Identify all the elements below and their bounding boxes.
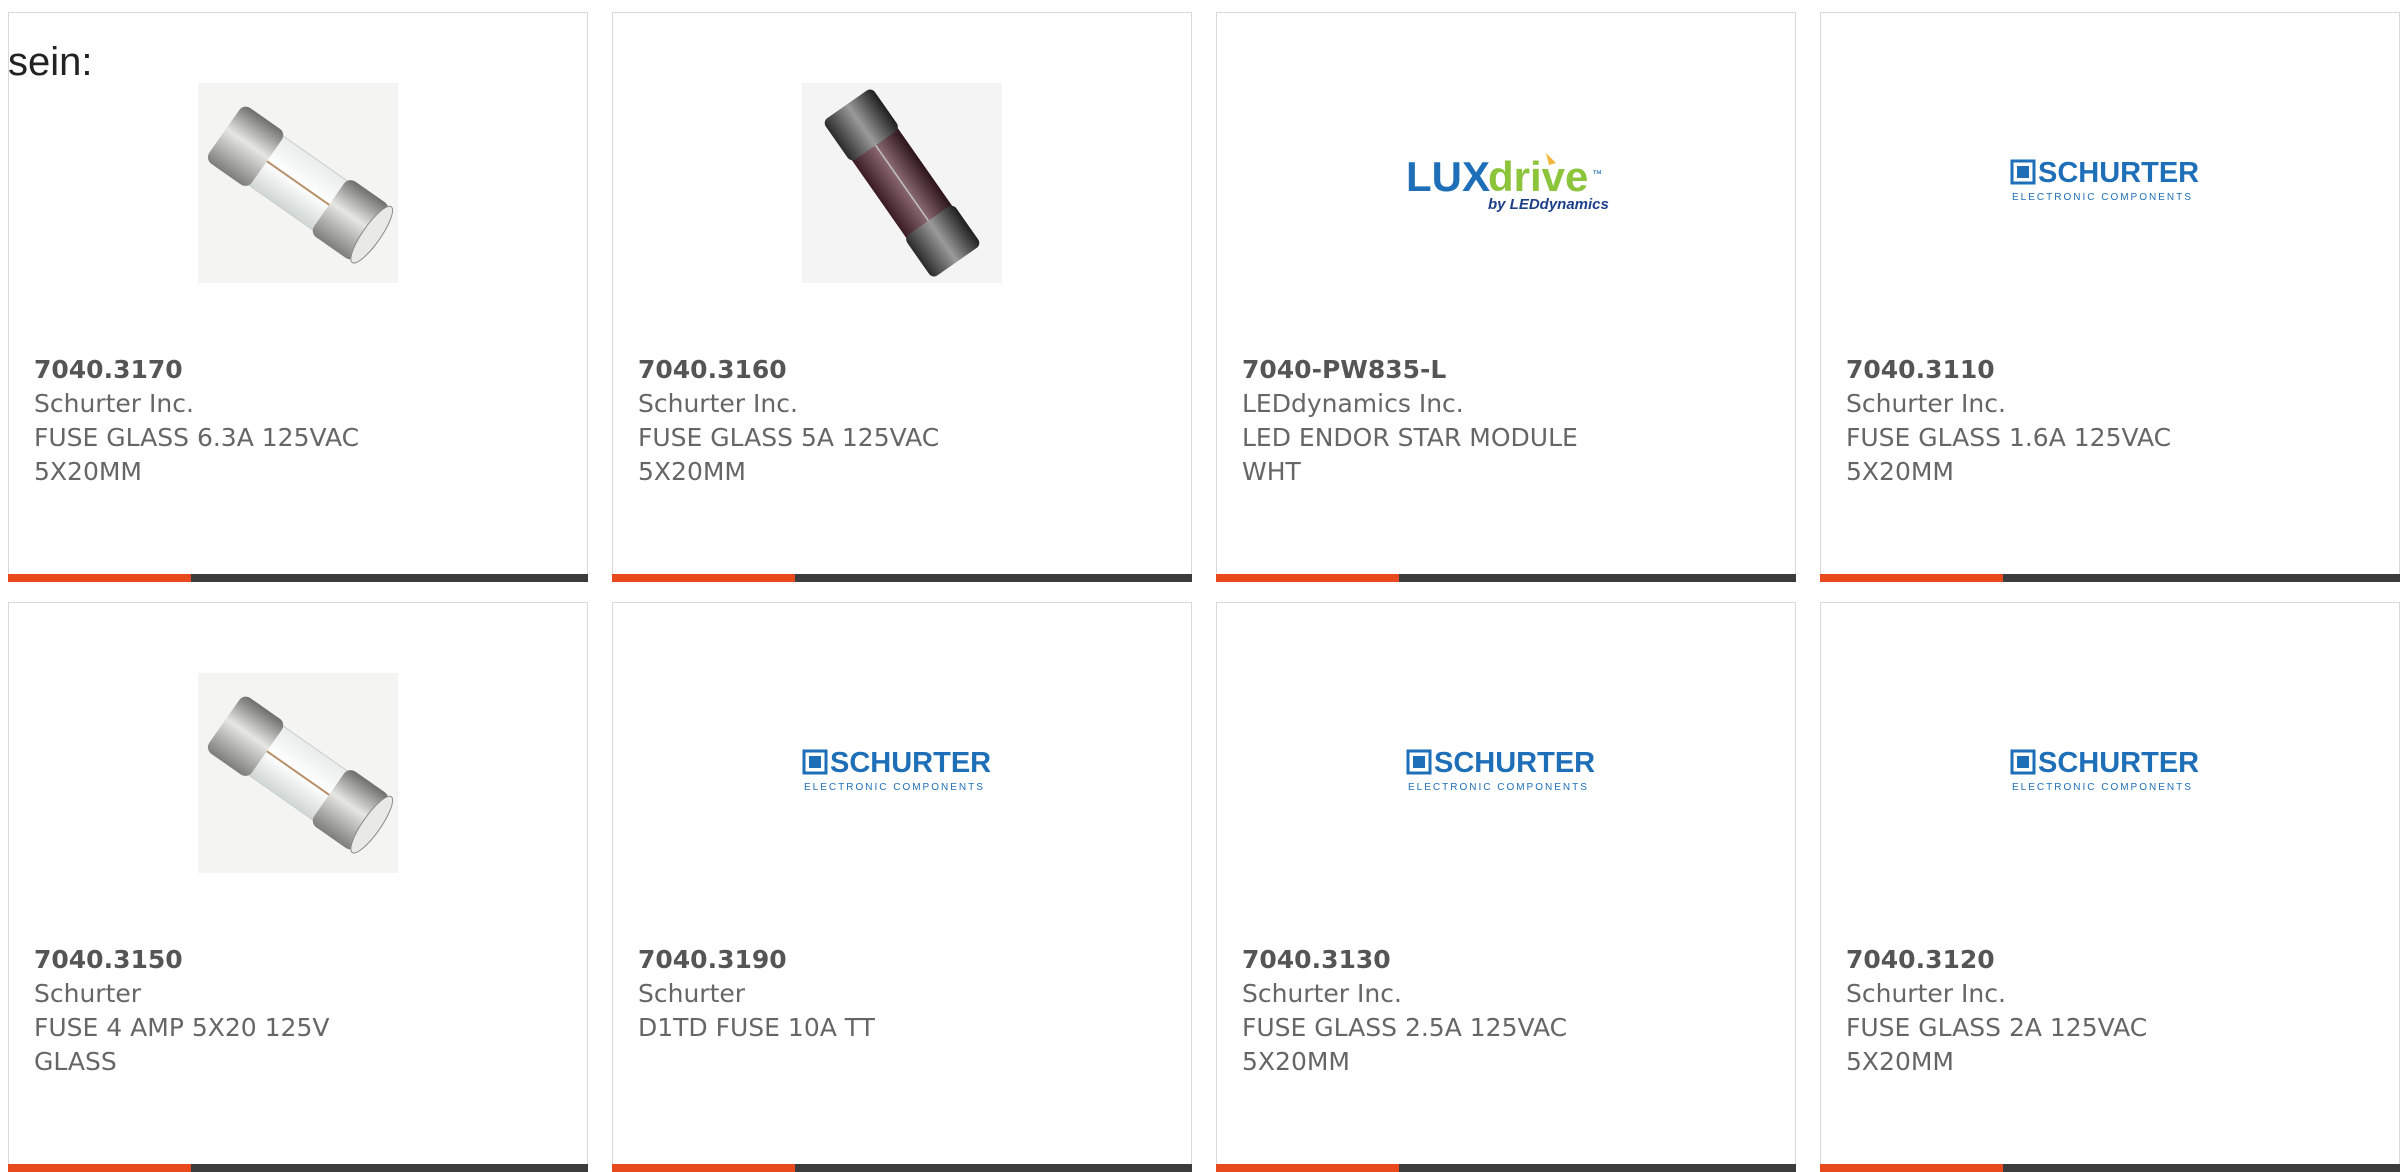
dark-fuse-photo-icon xyxy=(802,83,1002,283)
product-info: 7040.3130 Schurter Inc. FUSE GLASS 2.5A … xyxy=(1242,943,1622,1079)
part-number[interactable]: 7040-PW835-L xyxy=(1242,353,1622,387)
card-accent-bar xyxy=(8,574,588,582)
part-number[interactable]: 7040.3110 xyxy=(1846,353,2226,387)
description: FUSE GLASS 2.5A 125VAC 5X20MM xyxy=(1242,1013,1568,1076)
card-accent-bar xyxy=(1216,574,1796,582)
product-info: 7040.3190 Schurter D1TD FUSE 10A TT xyxy=(638,943,1018,1045)
logo-text-by: by LEDdynamics xyxy=(1488,196,1609,213)
logo-text-sub: ELECTRONIC COMPONENTS xyxy=(2012,192,2193,203)
product-card[interactable]: SCHURTER ELECTRONIC COMPONENTS 7040.3110… xyxy=(1820,12,2400,582)
logo-text-schurter: SCHURTER xyxy=(2038,157,2199,189)
product-image[interactable] xyxy=(9,83,587,283)
product-image[interactable]: SCHURTER ELECTRONIC COMPONENTS xyxy=(1821,673,2399,873)
logo-text-schurter: SCHURTER xyxy=(2038,747,2199,779)
schurter-logo: SCHURTER ELECTRONIC COMPONENTS xyxy=(2010,747,2199,793)
part-number[interactable]: 7040.3170 xyxy=(34,353,414,387)
logo-text-schurter: SCHURTER xyxy=(1434,747,1595,779)
product-image[interactable]: SCHURTER ELECTRONIC COMPONENTS xyxy=(1217,673,1795,873)
luxdrive-logo: LUX drive ™ by LEDdynamics xyxy=(1406,153,1609,213)
logo-text-sub: ELECTRONIC COMPONENTS xyxy=(804,782,985,793)
fuse-photo-icon xyxy=(198,83,398,283)
product-info: 7040.3170 Schurter Inc. FUSE GLASS 6.3A … xyxy=(34,353,414,489)
schurter-logo: SCHURTER ELECTRONIC COMPONENTS xyxy=(1406,747,1595,793)
product-info: 7040.3120 Schurter Inc. FUSE GLASS 2A 12… xyxy=(1846,943,2226,1079)
part-number[interactable]: 7040.3130 xyxy=(1242,943,1622,977)
logo-text-lux: LUX xyxy=(1406,153,1490,200)
description: FUSE GLASS 1.6A 125VAC 5X20MM xyxy=(1846,423,2172,486)
part-number[interactable]: 7040.3150 xyxy=(34,943,414,977)
manufacturer: Schurter xyxy=(34,979,142,1008)
part-number[interactable]: 7040.3190 xyxy=(638,943,1018,977)
part-number[interactable]: 7040.3160 xyxy=(638,353,1018,387)
product-card[interactable]: 7040.3160 Schurter Inc. FUSE GLASS 5A 12… xyxy=(612,12,1192,582)
description: FUSE GLASS 2A 125VAC 5X20MM xyxy=(1846,1013,2148,1076)
part-number[interactable]: 7040.3120 xyxy=(1846,943,2226,977)
product-image[interactable]: SCHURTER ELECTRONIC COMPONENTS xyxy=(613,673,1191,873)
description: FUSE GLASS 5A 125VAC 5X20MM xyxy=(638,423,940,486)
manufacturer: Schurter Inc. xyxy=(1846,389,2006,418)
schurter-logo: SCHURTER ELECTRONIC COMPONENTS xyxy=(2010,157,2199,203)
schurter-logo: SCHURTER ELECTRONIC COMPONENTS xyxy=(802,747,991,793)
card-accent-bar xyxy=(1820,574,2400,582)
card-accent-bar xyxy=(612,1164,1192,1172)
description: LED ENDOR STAR MODULE WHT xyxy=(1242,423,1578,486)
card-accent-bar xyxy=(612,574,1192,582)
product-card[interactable]: 7040.3170 Schurter Inc. FUSE GLASS 6.3A … xyxy=(8,12,588,582)
product-card[interactable]: SCHURTER ELECTRONIC COMPONENTS 7040.3120… xyxy=(1820,602,2400,1172)
product-image[interactable] xyxy=(9,673,587,873)
product-info: 7040.3110 Schurter Inc. FUSE GLASS 1.6A … xyxy=(1846,353,2226,489)
manufacturer: Schurter Inc. xyxy=(638,389,798,418)
card-accent-bar xyxy=(8,1164,588,1172)
logo-text-schurter: SCHURTER xyxy=(830,747,991,779)
logo-text-sub: ELECTRONIC COMPONENTS xyxy=(1408,782,1589,793)
logo-text-tm: ™ xyxy=(1592,169,1602,180)
product-card[interactable]: SCHURTER ELECTRONIC COMPONENTS 7040.3190… xyxy=(612,602,1192,1172)
card-accent-bar xyxy=(1216,1164,1796,1172)
intro-text: sein: xyxy=(8,40,93,84)
product-info: 7040.3160 Schurter Inc. FUSE GLASS 5A 12… xyxy=(638,353,1018,489)
description: FUSE 4 AMP 5X20 125V GLASS xyxy=(34,1013,330,1076)
product-image[interactable]: SCHURTER ELECTRONIC COMPONENTS xyxy=(1821,83,2399,283)
fuse-photo-icon xyxy=(198,673,398,873)
product-grid: 7040.3170 Schurter Inc. FUSE GLASS 6.3A … xyxy=(8,12,2400,1172)
product-info: 7040-PW835-L LEDdynamics Inc. LED ENDOR … xyxy=(1242,353,1622,489)
logo-text-drive: drive xyxy=(1488,153,1588,200)
card-accent-bar xyxy=(1820,1164,2400,1172)
logo-text-sub: ELECTRONIC COMPONENTS xyxy=(2012,782,2193,793)
product-info: 7040.3150 Schurter FUSE 4 AMP 5X20 125V … xyxy=(34,943,414,1079)
manufacturer: Schurter xyxy=(638,979,746,1008)
product-image[interactable]: LUX drive ™ by LEDdynamics xyxy=(1217,83,1795,283)
product-card[interactable]: SCHURTER ELECTRONIC COMPONENTS 7040.3130… xyxy=(1216,602,1796,1172)
product-card[interactable]: 7040.3150 Schurter FUSE 4 AMP 5X20 125V … xyxy=(8,602,588,1172)
manufacturer: Schurter Inc. xyxy=(34,389,194,418)
product-image[interactable] xyxy=(613,83,1191,283)
product-card[interactable]: LUX drive ™ by LEDdynamics 7040-PW835-L … xyxy=(1216,12,1796,582)
manufacturer: Schurter Inc. xyxy=(1242,979,1402,1008)
manufacturer: Schurter Inc. xyxy=(1846,979,2006,1008)
description: FUSE GLASS 6.3A 125VAC 5X20MM xyxy=(34,423,360,486)
manufacturer: LEDdynamics Inc. xyxy=(1242,389,1464,418)
description: D1TD FUSE 10A TT xyxy=(638,1013,875,1042)
